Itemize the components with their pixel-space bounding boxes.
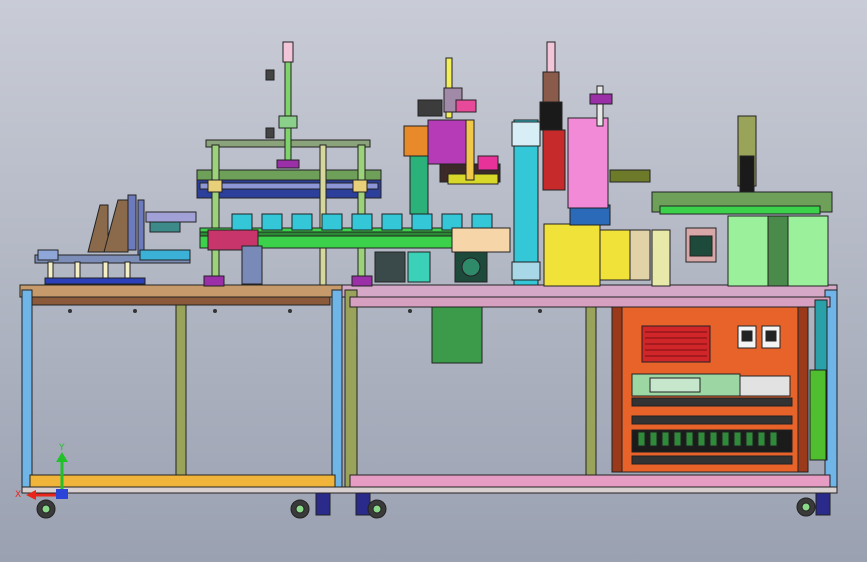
frame-bottom-rail-right [349,474,831,488]
frame-post-center-a [331,289,343,491]
frame-bottom-rail-left [29,474,336,488]
conveyor-cup-5 [351,213,373,231]
conveyor-cup-3 [291,213,313,231]
electrical-cabinet [611,306,809,473]
frame-post-right-a [585,296,597,476]
conveyor-cup-6 [381,213,403,231]
frame-post-left [21,289,33,491]
platform-leg-1 [211,144,220,286]
side-panel-green [809,369,827,461]
conveyor-cup-1 [231,213,253,231]
conveyor-cup-7 [411,213,433,231]
vertical-cylinder [511,119,541,286]
cabinet-wire-duct-3 [631,455,793,465]
cabinet-wire-duct-1 [631,397,793,407]
conveyor-cup-2 [261,213,283,231]
frame-post-center-b [344,289,358,491]
triad-x-label: X [15,490,21,500]
triad-y-label: Y [58,443,65,453]
triad-z-marker [56,489,68,499]
cad-viewport[interactable]: Y X [0,0,867,562]
cabinet-wire-duct-2 [631,415,793,425]
machine-assembly-drawing[interactable]: Y X [0,0,867,562]
frame-post-mid-left [175,304,187,478]
green-access-panel [431,306,483,364]
frame-top-rail-left [19,284,343,298]
caster-left [36,499,56,519]
conveyor-cup-4 [321,213,343,231]
